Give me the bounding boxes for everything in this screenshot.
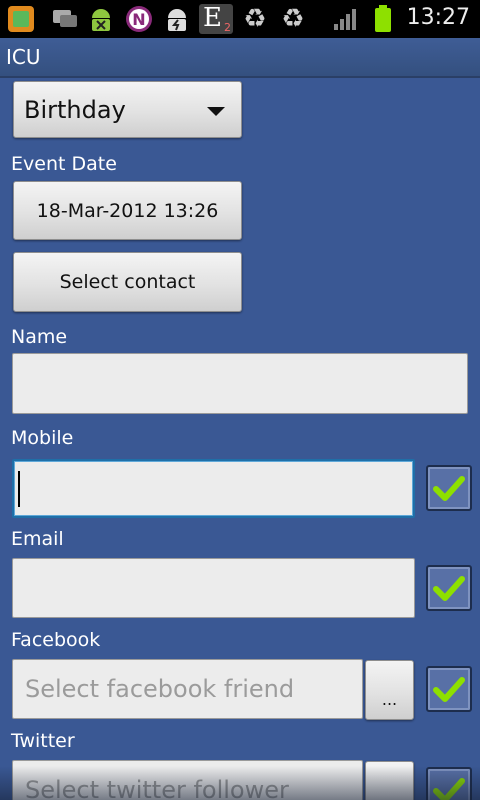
- name-label: Name: [11, 326, 68, 348]
- email-checkbox[interactable]: [426, 565, 472, 611]
- name-field[interactable]: [12, 353, 468, 414]
- event-form: Birthday Event Date 18-Mar-2012 13:26 Se…: [0, 78, 480, 800]
- checkmark-icon: [433, 476, 465, 501]
- dropdown-arrow-icon: [207, 107, 225, 116]
- mobile-checkbox[interactable]: [426, 465, 472, 511]
- event-date-label: Event Date: [11, 153, 117, 175]
- title-bar: ICU: [0, 38, 480, 78]
- select-contact-button[interactable]: Select contact: [13, 252, 242, 312]
- event-type-value: Birthday: [24, 95, 126, 124]
- mobile-label: Mobile: [11, 427, 74, 449]
- email-field[interactable]: [12, 558, 415, 618]
- battery-icon: [368, 4, 398, 34]
- event-type-spinner[interactable]: Birthday: [13, 81, 242, 138]
- clock: 13:27: [406, 5, 470, 30]
- facebook-placeholder: Select facebook friend: [25, 675, 295, 703]
- facebook-checkbox[interactable]: [426, 666, 472, 712]
- recycle-icon: ♻: [281, 4, 305, 34]
- checkmark-icon: [433, 778, 465, 800]
- facebook-field[interactable]: Select facebook friend: [12, 659, 363, 719]
- n-app-icon: N: [124, 4, 154, 34]
- select-contact-label: Select contact: [59, 271, 196, 293]
- text-cursor: [18, 470, 20, 507]
- event-date-value: 18-Mar-2012 13:26: [36, 199, 219, 222]
- event-date-button[interactable]: 18-Mar-2012 13:26: [13, 181, 242, 240]
- twitter-browse-button[interactable]: ...: [365, 761, 414, 800]
- android-debug-icon: [86, 4, 116, 34]
- recycle-icon: ♻: [243, 4, 267, 34]
- twitter-label: Twitter: [11, 730, 75, 752]
- signal-icon: [330, 4, 360, 34]
- twitter-field[interactable]: Select twitter follower: [12, 760, 363, 800]
- svg-text:N: N: [132, 10, 145, 29]
- twitter-placeholder: Select twitter follower: [25, 776, 289, 800]
- email-label: Email: [11, 528, 64, 550]
- chat-icon: [50, 4, 80, 34]
- checkmark-icon: [433, 576, 465, 601]
- e2-app-icon: E 2: [198, 3, 234, 34]
- checkmark-icon: [433, 677, 465, 702]
- app-shortcut-icon: [6, 4, 36, 34]
- status-bar: N E 2 ♻ ♻ 13:27: [0, 0, 480, 38]
- android-usb-icon: [162, 4, 192, 34]
- facebook-browse-button[interactable]: ...: [365, 660, 414, 720]
- twitter-checkbox[interactable]: [426, 767, 472, 800]
- facebook-label: Facebook: [11, 629, 101, 651]
- app-title: ICU: [6, 45, 41, 69]
- mobile-field[interactable]: [12, 459, 415, 518]
